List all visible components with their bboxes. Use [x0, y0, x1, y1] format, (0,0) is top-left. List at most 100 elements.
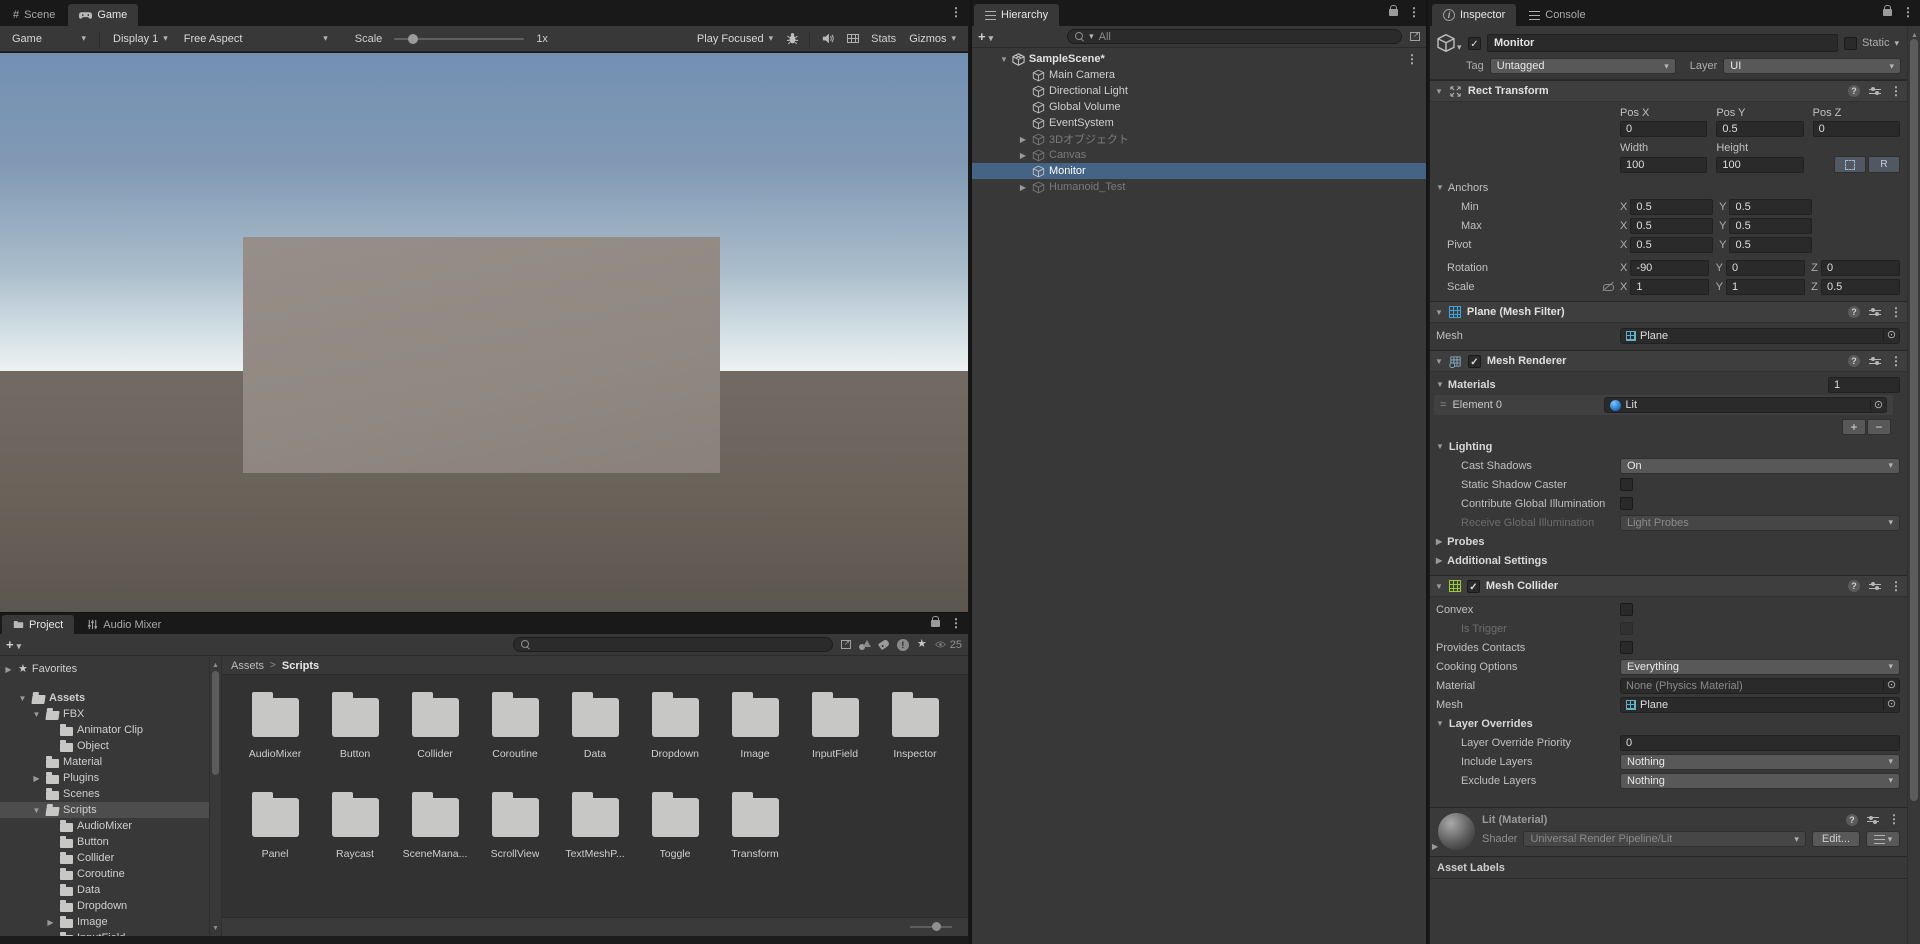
material-menu-icon[interactable]	[1888, 813, 1900, 826]
breadcrumb-root[interactable]: Assets	[231, 660, 264, 672]
help-icon[interactable]	[1848, 306, 1860, 318]
vsync-grid-icon[interactable]	[847, 34, 859, 43]
help-icon[interactable]	[1846, 814, 1858, 826]
display-dropdown[interactable]: Display 1	[106, 30, 175, 48]
project-search-input[interactable]	[513, 637, 833, 652]
shader-list-button[interactable]	[1866, 831, 1900, 847]
open-search-window-icon[interactable]	[841, 640, 851, 649]
component-menu-icon[interactable]	[1890, 85, 1902, 98]
edit-shader-button[interactable]: Edit...	[1812, 831, 1860, 847]
mesh-renderer-header[interactable]: Mesh Renderer	[1430, 350, 1907, 372]
hierarchy-item[interactable]: Global Volume	[972, 99, 1426, 115]
foldout-icon[interactable]: ▶	[45, 918, 56, 927]
additional-settings-foldout[interactable]: Additional Settings	[1430, 551, 1900, 570]
tab-game[interactable]: Game	[68, 4, 138, 26]
game-viewport[interactable]	[0, 53, 968, 612]
object-picker-icon[interactable]	[1883, 680, 1899, 691]
exclude-layers-dropdown[interactable]: Nothing	[1620, 773, 1900, 789]
anchor-max-y-field[interactable]: 0.5	[1729, 218, 1812, 234]
component-menu-icon[interactable]	[1890, 306, 1902, 319]
asset-folder-item[interactable]: TextMeshP...	[555, 785, 635, 885]
lock-icon[interactable]	[1883, 9, 1892, 16]
asset-folder-item[interactable]: Panel	[235, 785, 315, 885]
object-picker-icon[interactable]	[1883, 330, 1899, 341]
foldout-icon[interactable]	[1018, 182, 1028, 193]
create-asset-button[interactable]: +	[6, 637, 21, 652]
collider-mesh-field[interactable]: Plane	[1620, 697, 1900, 713]
rotation-z-field[interactable]: 0	[1821, 260, 1900, 276]
tree-item[interactable]: Scenes	[0, 786, 209, 802]
tree-item[interactable]: ▶ Favorites	[0, 661, 209, 677]
hierarchy-menu-icon[interactable]	[1408, 6, 1420, 19]
component-menu-icon[interactable]	[1890, 355, 1902, 368]
physics-material-field[interactable]: None (Physics Material)	[1620, 678, 1900, 694]
probes-foldout[interactable]: Probes	[1430, 532, 1900, 551]
foldout-icon[interactable]: ▶	[3, 665, 14, 674]
scroll-up-icon[interactable]	[212, 659, 219, 670]
tree-item[interactable]: ▼ Scripts	[0, 802, 209, 818]
hierarchy-item[interactable]: Canvas	[972, 147, 1426, 163]
asset-folder-item[interactable]: InputField	[795, 685, 875, 785]
hidden-count[interactable]: 25	[935, 639, 962, 651]
pos-y-field[interactable]: 0.5	[1716, 121, 1803, 137]
asset-folder-item[interactable]: Transform	[715, 785, 795, 885]
foldout-icon[interactable]	[1000, 54, 1008, 65]
help-icon[interactable]	[1848, 580, 1860, 592]
anchor-min-y-field[interactable]: 0.5	[1729, 199, 1812, 215]
rotation-x-field[interactable]: -90	[1630, 260, 1709, 276]
hierarchy-item[interactable]: Monitor	[972, 163, 1426, 179]
tab-project[interactable]: Project	[2, 615, 74, 634]
help-icon[interactable]	[1848, 85, 1860, 97]
asset-folder-item[interactable]: Raycast	[315, 785, 395, 885]
hierarchy-item[interactable]: Directional Light	[972, 83, 1426, 99]
provides-contacts-checkbox[interactable]	[1620, 641, 1633, 654]
thumbnail-zoom-slider[interactable]	[910, 926, 952, 928]
raw-edit-mode-button[interactable]: R	[1868, 156, 1900, 173]
zoom-slider-knob[interactable]	[932, 922, 941, 931]
tree-item[interactable]: Dropdown	[0, 898, 209, 914]
static-checkbox[interactable]	[1844, 37, 1857, 50]
material-object-field[interactable]: Lit	[1604, 397, 1887, 413]
convex-checkbox[interactable]	[1620, 603, 1633, 616]
anchors-foldout-icon[interactable]	[1436, 182, 1444, 193]
filter-by-label-icon[interactable]	[878, 639, 890, 650]
asset-folder-item[interactable]: Toggle	[635, 785, 715, 885]
hierarchy-item[interactable]: Humanoid_Test	[972, 179, 1426, 195]
cooking-options-dropdown[interactable]: Everything	[1620, 659, 1900, 675]
scrollbar-thumb[interactable]	[1910, 39, 1918, 801]
foldout-icon[interactable]: ▼	[17, 694, 28, 703]
add-material-button[interactable]: +	[1842, 419, 1866, 435]
help-icon[interactable]	[1848, 355, 1860, 367]
mesh-renderer-enabled-checkbox[interactable]	[1468, 355, 1481, 368]
inspector-scrollbar[interactable]	[1907, 26, 1920, 944]
tree-item[interactable]: AudioMixer	[0, 818, 209, 834]
layer-overrides-foldout[interactable]: Layer Overrides	[1430, 714, 1900, 733]
tree-item[interactable]: Data	[0, 882, 209, 898]
gameobject-name-field[interactable]: Monitor	[1487, 34, 1838, 52]
game-panel-menu-icon[interactable]	[950, 6, 962, 19]
gizmos-dropdown[interactable]: Gizmos	[902, 30, 963, 48]
tree-item[interactable]: Material	[0, 754, 209, 770]
create-object-button[interactable]: +	[978, 29, 993, 44]
hierarchy-item[interactable]: 3Dオブジェクト	[972, 131, 1426, 147]
anchor-min-x-field[interactable]: 0.5	[1630, 199, 1713, 215]
tree-item[interactable]: InputField	[0, 930, 209, 936]
open-search-window-icon[interactable]	[1410, 32, 1420, 41]
static-shadow-caster-checkbox[interactable]	[1620, 478, 1633, 491]
materials-foldout-icon[interactable]	[1436, 379, 1444, 390]
foldout-icon[interactable]	[1435, 307, 1443, 318]
favorites-filter-icon[interactable]	[917, 639, 927, 650]
foldout-icon[interactable]	[1435, 86, 1443, 97]
asset-folder-item[interactable]: AudioMixer	[235, 685, 315, 785]
hierarchy-search-input[interactable]: All	[1067, 29, 1402, 44]
scene-menu-icon[interactable]	[1406, 53, 1418, 66]
hierarchy-item[interactable]: Main Camera	[972, 67, 1426, 83]
tab-scene[interactable]: Scene	[2, 4, 66, 26]
tab-console[interactable]: Console	[1518, 4, 1596, 26]
lock-icon[interactable]	[1389, 9, 1398, 16]
hierarchy-item[interactable]: EventSystem	[972, 115, 1426, 131]
inspector-menu-icon[interactable]	[1902, 6, 1914, 19]
pos-x-field[interactable]: 0	[1620, 121, 1707, 137]
material-element-row[interactable]: Element 0 Lit	[1434, 395, 1893, 415]
tag-dropdown[interactable]: Untagged	[1490, 58, 1676, 74]
